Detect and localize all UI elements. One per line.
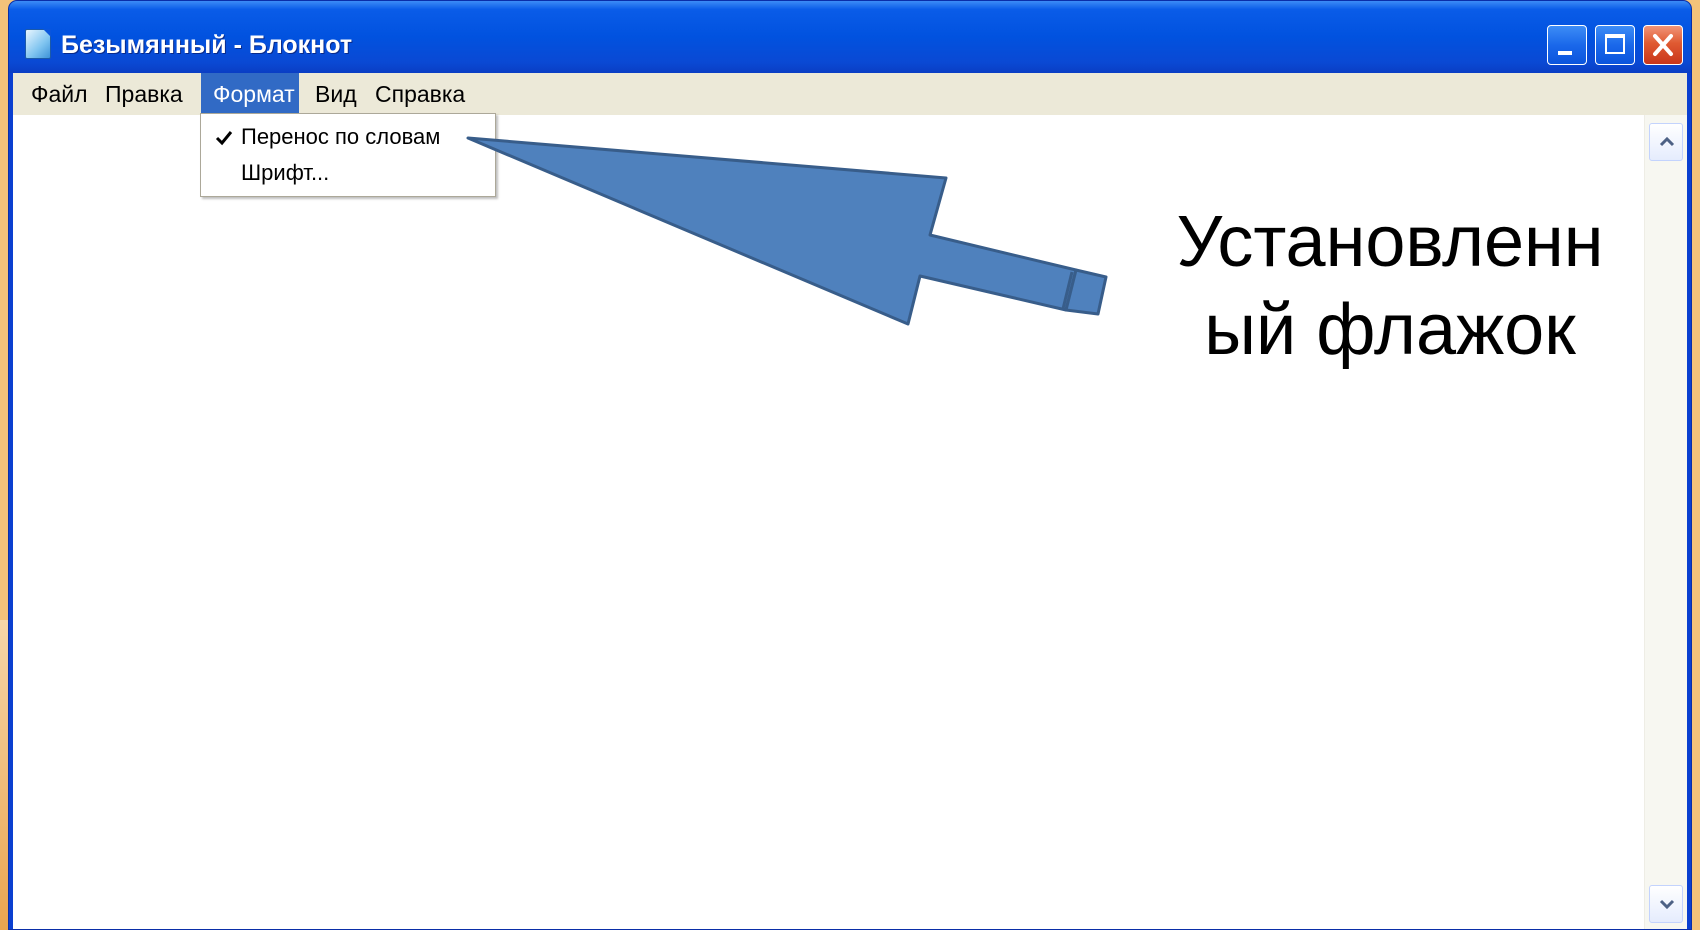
chevron-up-icon <box>1659 136 1675 147</box>
window-title: Безымянный - Блокнот <box>61 31 353 59</box>
scroll-down-button[interactable] <box>1649 885 1683 923</box>
menu-item-font[interactable]: Шрифт... <box>201 156 495 190</box>
callout-line-1: Установленн <box>1176 202 1604 282</box>
minimize-button[interactable] <box>1547 25 1587 65</box>
menu-bar: Файл Правка Формат Вид Справка <box>13 73 1687 116</box>
menu-help[interactable]: Справка <box>363 73 477 115</box>
close-button[interactable] <box>1643 25 1683 65</box>
menu-edit[interactable]: Правка <box>93 73 195 115</box>
maximize-icon <box>1605 34 1625 54</box>
word-wrap-label: Перенос по словам <box>241 124 441 149</box>
minimize-icon <box>1558 51 1572 55</box>
callout-line-2: ый флажок <box>1204 290 1576 370</box>
maximize-button[interactable] <box>1595 25 1635 65</box>
chevron-down-icon <box>1659 899 1675 910</box>
vertical-scrollbar[interactable] <box>1644 115 1687 929</box>
menu-file[interactable]: Файл <box>19 73 100 115</box>
callout-label: Установленн ый флажок <box>1130 198 1650 374</box>
menu-view[interactable]: Вид <box>303 73 369 115</box>
scroll-up-button[interactable] <box>1649 123 1683 161</box>
format-menu-dropdown: Перенос по словам Шрифт... <box>200 113 496 197</box>
close-icon <box>1653 34 1673 56</box>
menu-item-word-wrap[interactable]: Перенос по словам <box>201 120 495 154</box>
menu-format[interactable]: Формат <box>201 73 299 115</box>
notepad-icon[interactable] <box>25 29 51 59</box>
font-label: Шрифт... <box>241 160 330 185</box>
checkmark-icon <box>215 131 233 146</box>
title-bar[interactable]: Безымянный - Блокнот <box>9 1 1691 73</box>
